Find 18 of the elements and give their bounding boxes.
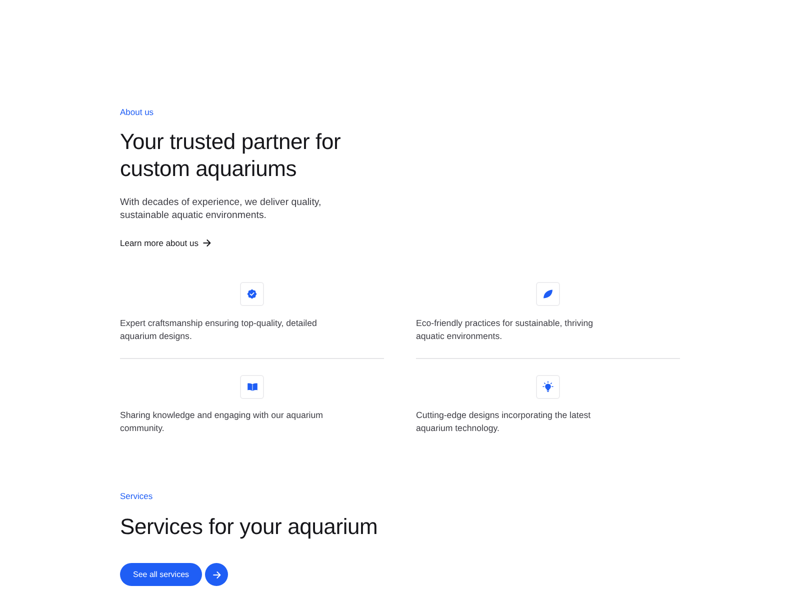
section-eyebrow: About us bbox=[120, 106, 154, 118]
feature-text: Eco-friendly practices for sustainable, thriving aquatic environments. bbox=[416, 316, 594, 342]
feature-text: Sharing knowledge and engaging with our aquarium community. bbox=[120, 409, 323, 435]
feature-text: Cutting-edge designs incorporating the latest aquarium technology. bbox=[416, 409, 592, 435]
feature-text: Expert craftsmanship ensuring top-quality, detailed aquarium designs. bbox=[120, 316, 318, 342]
next-button[interactable] bbox=[205, 563, 228, 586]
arrow-right-icon bbox=[212, 570, 221, 578]
lightbulb-icon bbox=[536, 374, 560, 398]
badge-check-icon bbox=[240, 282, 264, 306]
section-heading: Your trusted partner for custom aquariums bbox=[120, 128, 342, 182]
learn-more-link[interactable]: Learn more about us bbox=[120, 237, 212, 249]
see-all-services-button[interactable]: See all services bbox=[120, 563, 202, 586]
arrow-right-icon bbox=[203, 239, 212, 247]
open-book-icon bbox=[240, 374, 264, 398]
section-eyebrow: Services bbox=[120, 490, 153, 502]
section-description: With decades of experience, we deliver quality, sustainable aquatic environments. bbox=[120, 196, 322, 222]
leaf-icon bbox=[536, 282, 560, 306]
section-heading: Services for your aquarium bbox=[120, 512, 378, 540]
